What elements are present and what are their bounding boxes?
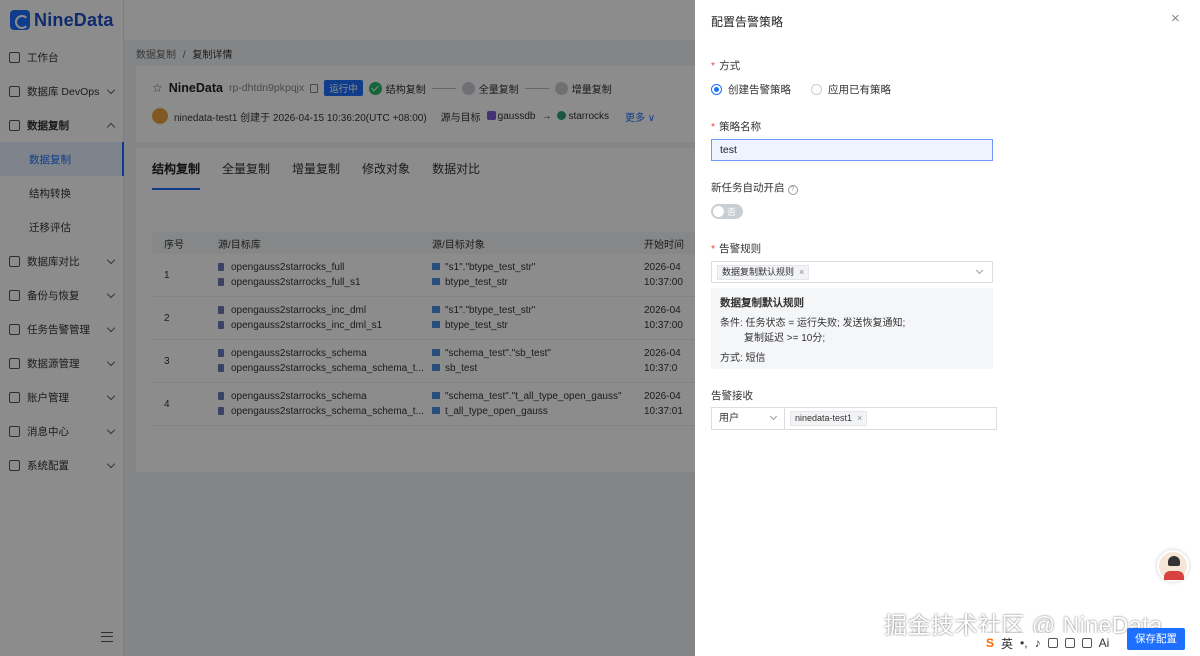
receive-label: 告警接收 [711, 390, 753, 402]
policy-name-input[interactable]: test [711, 139, 993, 161]
auto-enable-label: 新任务自动开启? [711, 180, 798, 195]
receive-user-name: ninedata-test1 [795, 413, 853, 423]
remove-icon[interactable]: × [857, 413, 862, 423]
help-icon[interactable]: ? [787, 185, 798, 195]
save-button[interactable]: 保存配置 [1127, 628, 1185, 650]
receive-type-select[interactable]: 用户 [712, 408, 785, 429]
ime-punct-icon[interactable]: •, [1020, 636, 1028, 650]
radio-label: 创建告警策略 [728, 84, 791, 96]
auto-enable-label-text: 新任务自动开启 [711, 182, 785, 194]
alert-rules-label: * 告警规则 [711, 241, 761, 256]
ime-lang[interactable]: 英 [1001, 635, 1013, 652]
rule-chip: 数据复制默认规则 × [717, 265, 810, 280]
radio-create-policy[interactable]: 创建告警策略 [711, 82, 791, 97]
mode-label: * 方式 [711, 58, 740, 73]
auto-enable-toggle[interactable]: 否 [711, 204, 743, 219]
radio-label: 应用已有策略 [828, 84, 891, 96]
drawer-title: 配置告警策略 [711, 15, 784, 29]
required-marker: * [711, 121, 716, 133]
chevron-down-icon [769, 412, 778, 421]
mode-radio-group: 创建告警策略 应用已有策略 [711, 82, 891, 97]
rule-detail-title: 数据复制默认规则 [720, 297, 804, 309]
receive-field: 用户 ninedata-test1 × [711, 407, 997, 430]
alert-rules-label-text: 告警规则 [719, 243, 762, 255]
receive-user-chip[interactable]: ninedata-test1 × [790, 411, 868, 426]
close-icon[interactable]: × [1171, 10, 1180, 28]
policy-name-label: * 策略名称 [711, 119, 761, 134]
sogou-logo-icon[interactable]: S [986, 636, 994, 650]
remove-icon[interactable]: × [799, 267, 804, 277]
alert-rules-select[interactable]: 数据复制默认规则 × [711, 261, 993, 283]
keyboard-icon[interactable] [1047, 638, 1058, 648]
required-marker: * [711, 243, 716, 255]
receive-type-value: 用户 [719, 413, 739, 424]
microphone-icon[interactable]: ♪ [1035, 636, 1041, 650]
alert-policy-drawer: 配置告警策略 × * 方式 创建告警策略 应用已有策略 * 策略名称 test 新任… [695, 0, 1200, 656]
radio-apply-existing[interactable]: 应用已有策略 [811, 82, 891, 97]
required-marker: * [711, 60, 716, 72]
toggle-text: 否 [727, 207, 737, 217]
chevron-down-icon [975, 266, 984, 275]
ime-ai[interactable]: Ai [1099, 636, 1110, 650]
policy-name-label-text: 策略名称 [719, 121, 762, 133]
radio-checked-icon [711, 84, 722, 95]
rule-method: 方式: 短信 [720, 353, 766, 364]
radio-unchecked-icon [811, 84, 822, 95]
modal-overlay[interactable] [0, 0, 695, 656]
assistant-avatar-icon[interactable] [1157, 550, 1189, 582]
skin-icon[interactable] [1064, 638, 1075, 648]
mode-label-text: 方式 [719, 60, 741, 72]
toolbox-icon[interactable] [1081, 638, 1092, 648]
rule-detail-box: 数据复制默认规则 条件: 任务状态 = 运行失败; 发送恢复通知; 复制延迟 >… [711, 288, 993, 369]
rule-chip-label: 数据复制默认规则 [722, 267, 795, 277]
rule-condition: 条件: 任务状态 = 运行失败; 发送恢复通知; [720, 318, 906, 329]
rule-condition-delay: 复制延迟 >= 10分; [744, 333, 826, 344]
ime-toolbar: S 英 •, ♪ Ai [980, 633, 1116, 653]
